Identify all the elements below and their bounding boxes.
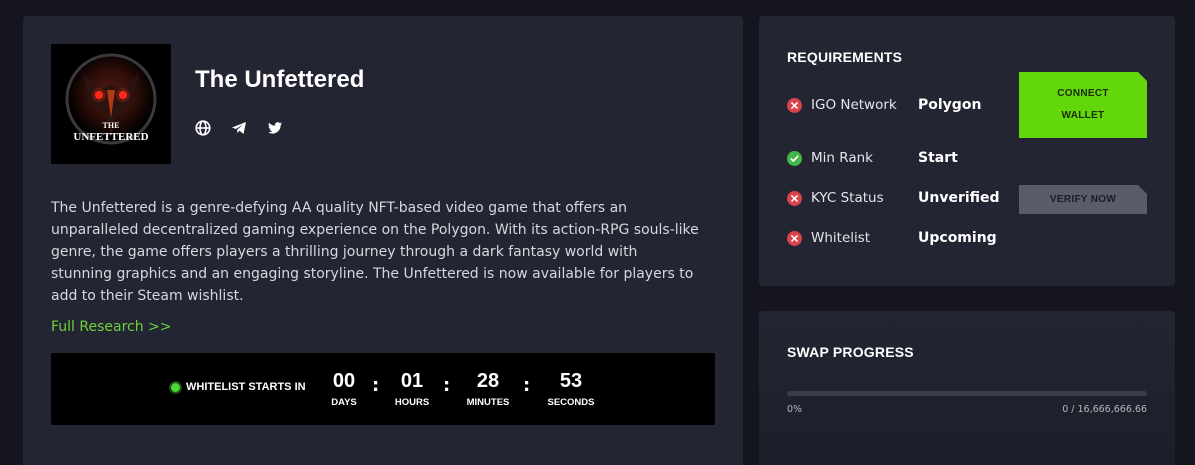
project-logo: THE UNFETTERED: [51, 44, 171, 164]
requirement-row-igo-network: IGO Network Polygon: [787, 95, 981, 115]
requirement-value: Upcoming: [918, 230, 997, 246]
countdown-label-text: WHITELIST STARTS IN: [186, 381, 306, 393]
countdown-days-label: DAYS: [331, 397, 357, 408]
countdown-separator: :: [372, 375, 380, 396]
requirement-value: Unverified: [918, 190, 1000, 206]
project-panel: THE UNFETTERED The Unfettered The Unfett…: [23, 16, 743, 465]
countdown-seconds-value: 53: [559, 370, 583, 392]
social-links: [195, 120, 283, 136]
countdown-separator: :: [523, 375, 531, 396]
countdown-label: WHITELIST STARTS IN: [171, 381, 306, 393]
countdown-seconds: 53 SECONDS: [543, 369, 599, 408]
requirement-value: Start: [918, 150, 958, 166]
twitter-icon[interactable]: [267, 120, 283, 136]
requirements-title: REQUIREMENTS: [787, 49, 903, 65]
countdown-hours: 01 HOURS: [384, 369, 440, 408]
globe-icon[interactable]: [195, 120, 211, 136]
requirement-name: Whitelist: [811, 230, 871, 246]
swap-progress-amount: 0 / 16,666,666.66: [1062, 404, 1147, 415]
countdown-hours-label: HOURS: [394, 397, 430, 408]
countdown-seconds-label: SECONDS: [547, 397, 595, 408]
requirement-name: Min Rank: [811, 150, 873, 166]
countdown-minutes: 28 MINUTES: [460, 369, 516, 408]
logo-text-the: THE: [103, 121, 120, 130]
project-title: The Unfettered: [195, 66, 365, 93]
requirement-value: Polygon: [918, 97, 982, 113]
pass-check-icon: [787, 150, 802, 166]
fail-x-icon: [787, 230, 802, 246]
countdown-hours-value: 01: [400, 370, 424, 392]
requirement-row-whitelist: Whitelist Upcoming: [787, 228, 997, 248]
requirement-name: KYC Status: [811, 190, 884, 206]
logo-text-unfettered: UNFETTERED: [73, 131, 148, 143]
connect-wallet-label-line1: CONNECT: [1057, 88, 1109, 99]
countdown-days-value: 00: [332, 370, 356, 392]
swap-progress-bar: [787, 391, 1147, 396]
project-description: The Unfettered is a genre-defying AA qua…: [51, 200, 699, 304]
whitelist-countdown: WHITELIST STARTS IN 00 DAYS : 01 HOURS :…: [51, 353, 715, 425]
verify-now-button[interactable]: VERIFY NOW: [1019, 185, 1147, 214]
requirement-name: IGO Network: [811, 97, 897, 113]
countdown-separator: :: [443, 375, 451, 396]
countdown-days: 00 DAYS: [316, 369, 372, 408]
connect-wallet-label-line2: WALLET: [1061, 110, 1105, 121]
full-research-link[interactable]: Full Research >>: [51, 319, 172, 335]
status-dot-icon: [171, 382, 180, 392]
countdown-minutes-value: 28: [476, 370, 500, 392]
swap-progress-panel: SWAP PROGRESS 0% 0 / 16,666,666.66: [759, 311, 1175, 465]
requirements-panel: REQUIREMENTS IGO Network Polygon Min Ran…: [759, 16, 1175, 286]
countdown-minutes-label: MINUTES: [466, 397, 510, 408]
connect-wallet-button[interactable]: CONNECT WALLET: [1019, 72, 1147, 138]
swap-progress-percent: 0%: [787, 404, 803, 415]
requirement-row-kyc-status: KYC Status Unverified: [787, 188, 1000, 208]
fail-x-icon: [787, 190, 802, 206]
fail-x-icon: [787, 97, 802, 113]
requirement-row-min-rank: Min Rank Start: [787, 148, 958, 168]
swap-progress-title: SWAP PROGRESS: [787, 344, 914, 360]
telegram-icon[interactable]: [231, 120, 247, 136]
